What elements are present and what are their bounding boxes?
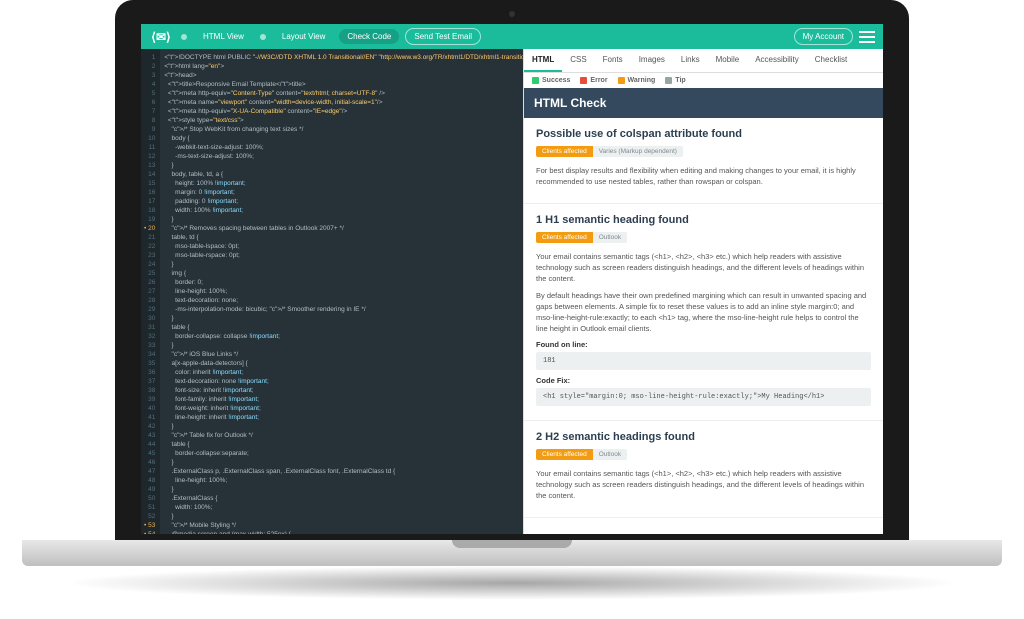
tab-images[interactable]: Images xyxy=(631,49,673,72)
panel-title: HTML Check xyxy=(524,88,883,118)
fix-code: <h1 style="margin:0; mso-line-height-rul… xyxy=(536,388,871,406)
tab-mobile[interactable]: Mobile xyxy=(708,49,748,72)
issue-text: Your email contains semantic tags (<h1>,… xyxy=(536,468,871,501)
badge-scope: Varies (Markup dependent) xyxy=(593,146,683,157)
badge-clients: Clients affected xyxy=(536,232,593,243)
status-dot xyxy=(181,34,187,40)
tab-fonts[interactable]: Fonts xyxy=(595,49,631,72)
legend-warning: Warning xyxy=(618,77,656,84)
issue-item: 1 H1 semantic heading found Clients affec… xyxy=(524,204,883,421)
legend-success: Success xyxy=(532,77,570,84)
layout-view-button[interactable]: Layout View xyxy=(274,29,333,44)
issue-item: Possible use of colspan attribute found C… xyxy=(524,118,883,204)
issue-title: 2 H2 semantic headings found xyxy=(536,431,871,443)
legend-error: Error xyxy=(580,77,607,84)
issue-text: For best display results and flexibility… xyxy=(536,165,871,187)
main-split: 12345678910111213141516171819• 202122232… xyxy=(141,49,883,534)
tab-html[interactable]: HTML xyxy=(524,49,562,72)
html-view-button[interactable]: HTML View xyxy=(195,29,252,44)
my-account-button[interactable]: My Account xyxy=(794,28,853,45)
topbar: ⟨✉⟩ HTML View Layout View Check Code Sen… xyxy=(141,24,883,49)
check-code-button[interactable]: Check Code xyxy=(339,29,399,44)
tab-accessibility[interactable]: Accessibility xyxy=(747,49,807,72)
found-line: 181 xyxy=(536,352,871,370)
screen-bezel: ⟨✉⟩ HTML View Layout View Check Code Sen… xyxy=(115,0,909,542)
code-editor[interactable]: 12345678910111213141516171819• 202122232… xyxy=(141,49,523,534)
badge-clients: Clients affected xyxy=(536,146,593,157)
shadow xyxy=(60,566,964,600)
laptop-base xyxy=(22,540,1002,566)
fix-label: Code Fix: xyxy=(536,376,871,385)
divider-dot xyxy=(260,34,266,40)
logo-icon: ⟨✉⟩ xyxy=(149,29,173,45)
camera-dot xyxy=(509,11,515,17)
legend-tip: Tip xyxy=(665,77,685,84)
code-area[interactable]: <"t">!DOCTYPE html PUBLIC "-//W3C//DTD X… xyxy=(160,49,523,534)
issue-title: 1 H1 semantic heading found xyxy=(536,214,871,226)
tab-css[interactable]: CSS xyxy=(562,49,594,72)
badge-clients: Clients affected xyxy=(536,449,593,460)
line-gutter: 12345678910111213141516171819• 202122232… xyxy=(141,49,160,534)
found-label: Found on line: xyxy=(536,340,871,349)
issue-text: Your email contains semantic tags (<h1>,… xyxy=(536,251,871,284)
send-test-button[interactable]: Send Test Email xyxy=(405,28,481,45)
issues-list[interactable]: Possible use of colspan attribute found C… xyxy=(524,118,883,534)
badge-scope: Outlook xyxy=(593,232,627,243)
trackpad-notch xyxy=(452,540,572,548)
tab-links[interactable]: Links xyxy=(673,49,708,72)
issue-text: By default headings have their own prede… xyxy=(536,290,871,334)
issue-item: 2 H2 semantic headings found Clients affe… xyxy=(524,421,883,518)
laptop-frame: ⟨✉⟩ HTML View Layout View Check Code Sen… xyxy=(0,0,1024,619)
menu-icon[interactable] xyxy=(859,31,875,43)
legend: Success Error Warning Tip xyxy=(524,73,883,88)
badge-scope: Outlook xyxy=(593,449,627,460)
result-tabs: HTMLCSSFontsImagesLinksMobileAccessibili… xyxy=(524,49,883,73)
results-panel: HTMLCSSFontsImagesLinksMobileAccessibili… xyxy=(523,49,883,534)
app-screen: ⟨✉⟩ HTML View Layout View Check Code Sen… xyxy=(141,24,883,534)
issue-title: Possible use of colspan attribute found xyxy=(536,128,871,140)
tab-checklist[interactable]: Checklist xyxy=(807,49,855,72)
